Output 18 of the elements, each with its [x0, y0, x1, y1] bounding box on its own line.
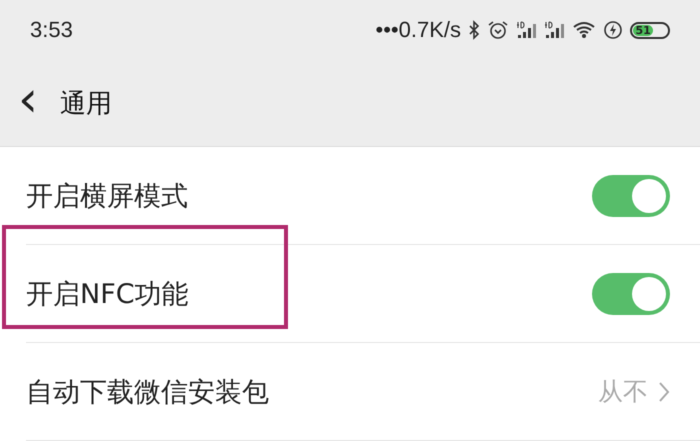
setting-label: 自动下载微信安装包: [26, 376, 269, 410]
alarm-clock-icon: [487, 20, 509, 40]
network-speed: •••0.7K/s: [376, 17, 461, 43]
bluetooth-icon: [468, 20, 480, 40]
signal-icon: [544, 20, 565, 40]
lightning-icon: [603, 20, 623, 40]
back-button[interactable]: ‹: [0, 74, 60, 132]
toggle-switch[interactable]: [592, 272, 670, 314]
setting-label: 开启NFC功能: [26, 278, 189, 312]
toggle-switch[interactable]: [592, 174, 670, 216]
setting-label: 开启横屏模式: [26, 180, 188, 214]
setting-value: 从不: [598, 376, 648, 408]
battery-icon: 51: [630, 22, 670, 38]
clock-time: 3:53: [30, 17, 73, 43]
wifi-icon: [572, 20, 596, 40]
page-title: 通用: [60, 88, 112, 120]
signal-icon: [516, 20, 537, 40]
chevron-right-icon: [658, 380, 670, 402]
